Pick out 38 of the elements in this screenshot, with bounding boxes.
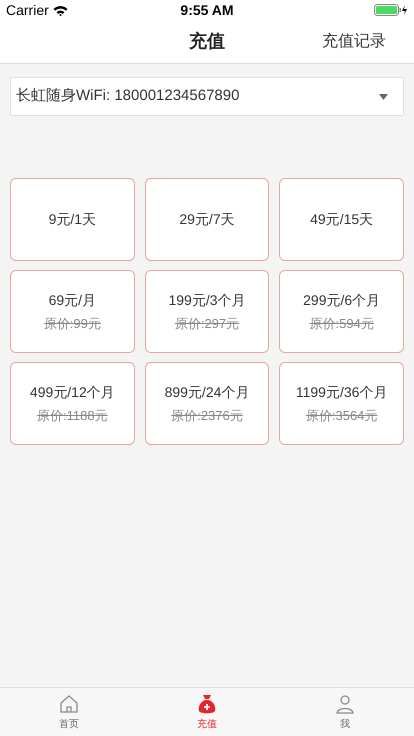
original-price: 原价:594元 bbox=[310, 314, 374, 333]
plan-card[interactable]: 29元/7天 bbox=[144, 178, 270, 261]
plan-card[interactable]: 49元/15天 bbox=[279, 178, 404, 261]
status-time: 9:55 AM bbox=[180, 0, 234, 20]
plan-price: 499元/12个月 bbox=[30, 382, 115, 402]
original-price: 原价:297元 bbox=[174, 314, 240, 333]
dropdown-caret-icon bbox=[379, 94, 388, 100]
original-price: 原价:1188元 bbox=[37, 406, 108, 425]
home-icon bbox=[58, 692, 80, 714]
page-title: 充值 bbox=[189, 30, 225, 53]
plan-price: 899元/24个月 bbox=[164, 382, 250, 402]
plan-card[interactable]: 499元/12个月 原价:1188元 bbox=[10, 362, 135, 445]
device-select[interactable]: 长虹随身WiFi: 180001234567890 bbox=[10, 77, 404, 116]
tab-bar-item[interactable]: 我 bbox=[276, 688, 414, 736]
wifi-icon bbox=[52, 4, 68, 16]
plan-price: 1199元/36个月 bbox=[296, 382, 388, 402]
plan-price: 299元/6个月 bbox=[303, 290, 380, 310]
plan-price: 69元/月 bbox=[48, 290, 96, 310]
plan-card[interactable]: 199元/3个月 原价:297元 bbox=[144, 270, 270, 353]
person-icon bbox=[334, 692, 356, 714]
recharge-history-link[interactable]: 充值记录 bbox=[322, 30, 386, 54]
plan-card[interactable]: 69元/月 原价:99元 bbox=[10, 270, 135, 353]
tab-bar-item[interactable]: 充值 bbox=[138, 688, 276, 736]
original-price: 原价:3564元 bbox=[306, 406, 378, 425]
plan-card[interactable]: 9元/1天 bbox=[10, 178, 135, 261]
plan-card[interactable]: 299元/6个月 原价:594元 bbox=[279, 270, 404, 353]
money-bag-icon bbox=[197, 692, 217, 714]
plan-price: 29元/7天 bbox=[179, 210, 235, 229]
original-price: 原价:2376元 bbox=[171, 406, 243, 425]
plan-price: 199元/3个月 bbox=[168, 290, 246, 310]
plan-card[interactable]: 1199元/36个月 原价:3564元 bbox=[279, 362, 404, 445]
tab-bar-item[interactable]: 首页 bbox=[0, 688, 138, 736]
original-price: 原价:99元 bbox=[44, 314, 101, 333]
plan-card[interactable]: 899元/24个月 原价:2376元 bbox=[144, 362, 270, 445]
plan-price: 49元/15天 bbox=[310, 210, 374, 229]
plan-price: 9元/1天 bbox=[48, 210, 96, 229]
battery-icon bbox=[374, 4, 408, 16]
carrier-label: Carrier bbox=[6, 0, 49, 20]
